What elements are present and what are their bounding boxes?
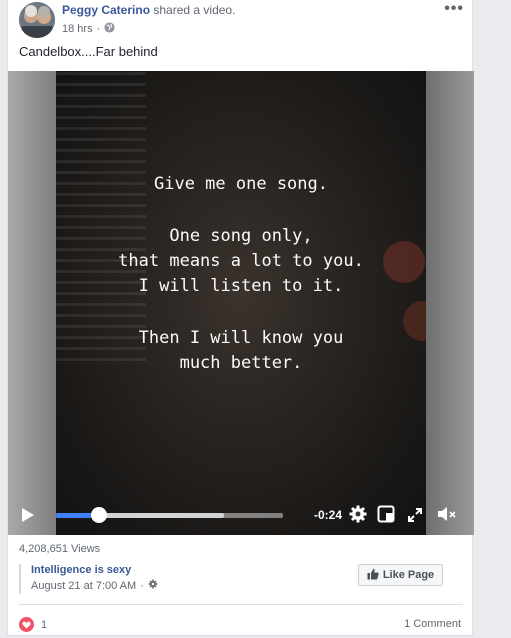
volume-muted-icon[interactable] [436,505,458,526]
video-letterbox-right [426,71,474,535]
avatar[interactable] [19,2,55,38]
gear-icon [148,579,158,592]
post-caption: Candelbox....Far behind [19,44,158,59]
post-card: Peggy Caterino shared a video. 18 hrs · … [7,0,474,636]
quote-line: I will listen to it. [138,276,344,296]
quote-line: Then I will know you [138,328,344,348]
divider [19,604,463,605]
like-page-label: Like Page [382,569,435,581]
scrub-handle[interactable] [91,507,108,523]
post-meta: 18 hrs · [62,22,115,36]
like-page-button[interactable]: Like Page [358,564,443,586]
comment-count-link[interactable]: 1 Comment [404,618,461,630]
globe-icon [104,22,115,36]
video-letterbox-left [8,71,56,535]
reaction-count: 1 [41,618,48,631]
video-quote-text: Give me one song. One song only, that me… [56,172,426,376]
page-post-date[interactable]: August 21 at 7:00 AM [31,580,136,592]
quote-line: One song only, [169,226,313,246]
quote-line: that means a lot to you. [118,251,364,271]
video-player[interactable]: Give me one song. One song only, that me… [8,71,474,535]
progress-track[interactable] [56,513,283,518]
video-controls: -0:24 [8,498,474,535]
quote-line: much better. [179,353,303,373]
view-count: 4,208,651 Views [19,543,101,555]
picture-in-picture-icon[interactable] [377,505,395,526]
time-remaining: -0:24 [314,508,343,522]
fullscreen-icon[interactable] [407,507,423,526]
meta-separator: · [96,23,101,35]
meta-separator: · [140,579,144,592]
settings-gear-icon[interactable] [348,504,368,527]
author-name-link[interactable]: Peggy Caterino [62,3,150,17]
reaction-summary[interactable]: 1 [19,617,47,632]
author-line: Peggy Caterino shared a video. [62,3,235,17]
more-options-icon[interactable]: ••• [444,0,464,18]
love-reaction-icon [19,617,34,632]
quote-line: Give me one song. [154,174,328,194]
thumbs-up-icon [367,568,379,583]
share-action-text: shared a video. [153,3,236,17]
post-timestamp[interactable]: 18 hrs [62,23,93,35]
play-icon[interactable] [22,508,34,522]
